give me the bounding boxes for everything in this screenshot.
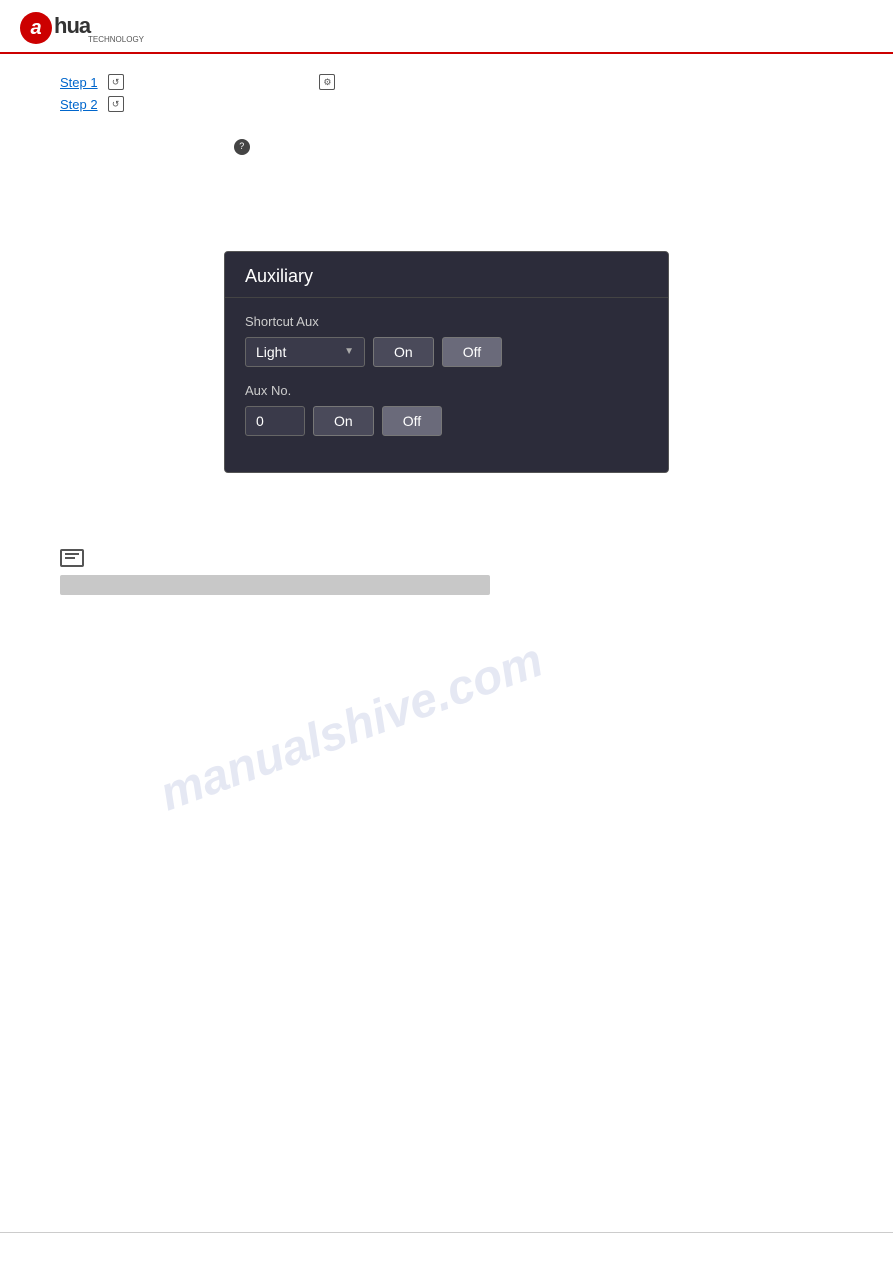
shortcut-aux-dropdown[interactable]: Light ▼ [245, 337, 365, 367]
page-header: a hua TECHNOLOGY [0, 0, 893, 54]
bottom-rule [0, 1232, 893, 1233]
note-book-icon [60, 549, 84, 567]
dialog-container: Auxiliary Shortcut Aux Light ▼ On Off Au… [60, 251, 833, 473]
main-content: Step 1 ↺ ⚙ Step 2 ↺ ? [0, 54, 893, 625]
instruction-line-2: Step 2 ↺ [60, 96, 833, 112]
note-section [60, 549, 833, 595]
refresh-icon-1: ↺ [108, 74, 124, 90]
logo-brand-text: hua [54, 13, 90, 38]
logo-tagline: TECHNOLOGY [88, 35, 144, 44]
shortcut-aux-on-button[interactable]: On [373, 337, 434, 367]
settings-icon: ⚙ [319, 74, 335, 90]
logo-icon: a [20, 12, 52, 44]
shortcut-aux-off-button[interactable]: Off [442, 337, 502, 367]
aux-no-label: Aux No. [245, 383, 648, 398]
step1-link[interactable]: Step 1 [60, 75, 98, 90]
shortcut-aux-row: Light ▼ On Off [245, 337, 648, 367]
instruction-line-1: Step 1 ↺ ⚙ [60, 74, 833, 90]
watermark: manualshive.com [153, 633, 550, 822]
shortcut-aux-label: Shortcut Aux [245, 314, 648, 329]
dialog-body: Shortcut Aux Light ▼ On Off Aux No. On O… [225, 298, 668, 472]
dialog-title: Auxiliary [225, 252, 668, 298]
refresh-icon-2: ↺ [108, 96, 124, 112]
logo-letter: a [30, 17, 41, 40]
aux-no-row: On Off [245, 406, 648, 436]
logo: a hua TECHNOLOGY [20, 12, 144, 44]
aux-no-off-button[interactable]: Off [382, 406, 442, 436]
bullet-icon: ? [234, 139, 250, 155]
dropdown-value: Light [256, 344, 286, 360]
chevron-down-icon: ▼ [344, 346, 354, 357]
note-bar [60, 575, 490, 595]
aux-no-input[interactable] [245, 406, 305, 436]
aux-no-on-button[interactable]: On [313, 406, 374, 436]
step2-link[interactable]: Step 2 [60, 97, 98, 112]
body-paragraph: ? [60, 136, 833, 157]
auxiliary-dialog: Auxiliary Shortcut Aux Light ▼ On Off Au… [224, 251, 669, 473]
